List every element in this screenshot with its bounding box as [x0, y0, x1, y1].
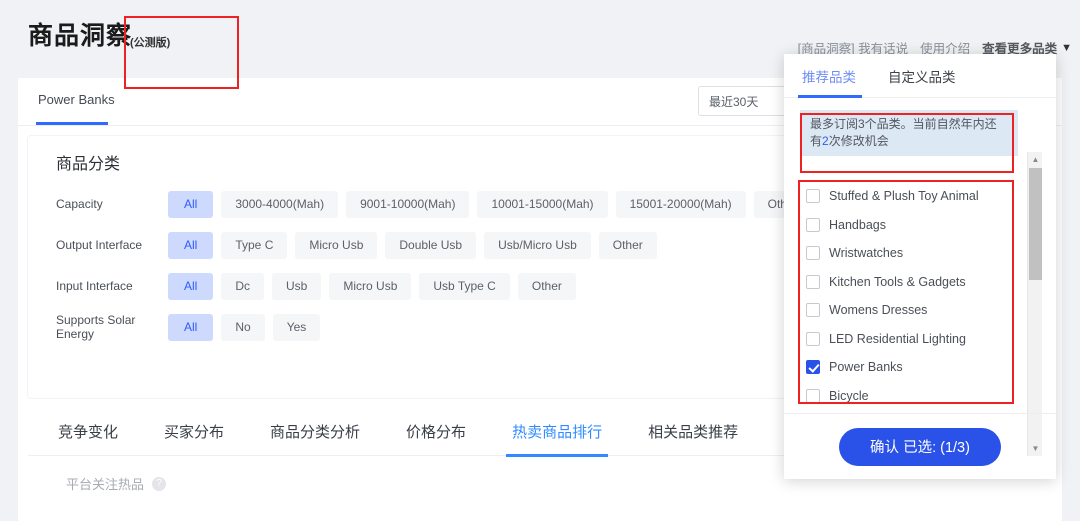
scroll-up-icon[interactable]: ▲ — [1028, 152, 1043, 167]
filter-chip[interactable]: Usb — [272, 272, 322, 300]
filter-chip[interactable]: Micro Usb — [329, 272, 412, 300]
page-title-subtitle: (公测版) — [130, 37, 171, 49]
filter-chip[interactable]: Usb/Micro Usb — [484, 231, 591, 259]
checkbox-icon[interactable] — [806, 217, 820, 232]
checkbox-icon[interactable] — [806, 303, 820, 318]
filter-chip[interactable]: 10001-15000(Mah) — [477, 190, 608, 218]
date-range-value: 最近30天 — [709, 94, 759, 109]
filter-chip[interactable]: No — [221, 313, 265, 341]
checkbox-checked-icon[interactable] — [806, 360, 820, 375]
filter-row-label: Capacity — [56, 197, 103, 211]
category-list-item-label: Stuffed & Plush Toy Animal — [829, 189, 979, 204]
category-list-item[interactable]: Wristwatches — [784, 239, 1028, 268]
analysis-tab[interactable]: 热卖商品排行 — [506, 421, 609, 457]
subscription-notice: 最多订阅3个品类。当前自然年内还有2次修改机会 — [800, 110, 1018, 156]
dropdown-tab-custom[interactable]: 自定义品类 — [888, 66, 956, 86]
filter-chip[interactable]: All — [168, 231, 214, 259]
analysis-tab[interactable]: 价格分布 — [406, 421, 466, 442]
filter-card-title: 商品分类 — [56, 156, 121, 173]
filter-chip[interactable]: Dc — [221, 272, 265, 300]
filter-chip[interactable]: Other — [598, 231, 657, 259]
checkbox-icon[interactable] — [806, 388, 820, 403]
category-list-item-label: Wristwatches — [829, 246, 904, 261]
app-root: 商品洞察 (公测版) [商品洞察] 我有话说 使用介绍 查看更多品类 ▼ Pow… — [0, 0, 1080, 521]
filter-chip[interactable]: 3000-4000(Mah) — [221, 190, 339, 218]
tab-power-banks[interactable]: Power Banks — [38, 92, 115, 107]
category-list-item[interactable]: Handbags — [784, 211, 1028, 240]
hot-products-label-row: 平台关注热品 ? — [66, 474, 167, 493]
filter-row-label: Output Interface — [56, 238, 143, 252]
category-dropdown-panel: 推荐品类 自定义品类 最多订阅3个品类。当前自然年内还有2次修改机会 Stuff… — [784, 54, 1056, 479]
dropdown-scrollbar[interactable]: ▲ ▼ — [1027, 152, 1042, 456]
filter-chip[interactable]: All — [168, 190, 214, 218]
category-list-item[interactable]: Bicycle — [784, 382, 1028, 411]
analysis-tab[interactable]: 竞争变化 — [58, 421, 118, 442]
filter-chip[interactable]: 15001-20000(Mah) — [615, 190, 746, 218]
filter-chip[interactable]: Micro Usb — [295, 231, 378, 259]
chevron-down-icon: ▼ — [1061, 41, 1072, 54]
filter-chip[interactable]: Yes — [272, 313, 321, 341]
filter-chip[interactable]: 9001-10000(Mah) — [346, 190, 470, 218]
checkbox-icon[interactable] — [806, 331, 820, 346]
dropdown-tab-underline — [798, 95, 862, 98]
notice-highlight: 2 — [822, 134, 829, 148]
confirm-button[interactable]: 确认 已选: (1/3) — [839, 427, 1001, 466]
category-list-item[interactable]: LED Residential Lighting — [784, 325, 1028, 354]
category-list-item[interactable]: Stuffed & Plush Toy Animal — [784, 182, 1028, 211]
tab-active-underline — [36, 122, 108, 125]
dropdown-tab-recommended[interactable]: 推荐品类 — [802, 66, 856, 86]
checkbox-icon[interactable] — [806, 246, 820, 261]
filter-chip[interactable]: Other — [517, 272, 576, 300]
help-icon[interactable]: ? — [152, 476, 167, 491]
filter-chip[interactable]: Double Usb — [385, 231, 477, 259]
filter-row-label: Supports Solar Energy — [56, 313, 136, 341]
checkbox-icon[interactable] — [806, 189, 820, 204]
category-list-item-label: LED Residential Lighting — [829, 331, 966, 346]
filter-chip[interactable]: All — [168, 272, 214, 300]
category-list-item-label: Power Banks — [829, 360, 903, 375]
category-list-item-label: Womens Dresses — [829, 303, 928, 318]
dropdown-tab-bar: 推荐品类 自定义品类 — [784, 54, 1056, 98]
analysis-tab[interactable]: 买家分布 — [164, 421, 224, 442]
category-list-item-label: Handbags — [829, 217, 886, 232]
date-range-select[interactable]: 最近30天 — [698, 86, 794, 116]
notice-text-part2: 次修改机会 — [828, 134, 889, 148]
page-title: 商品洞察 — [28, 22, 133, 50]
filter-chip[interactable]: Usb Type C — [419, 272, 510, 300]
hot-products-label: 平台关注热品 — [66, 477, 145, 492]
filter-chip[interactable]: Type C — [221, 231, 288, 259]
category-list-item[interactable]: Kitchen Tools & Gadgets — [784, 268, 1028, 297]
analysis-tab[interactable]: 相关品类推荐 — [648, 421, 738, 442]
category-list-item[interactable]: Power Banks — [784, 353, 1028, 382]
category-list-item-label: Kitchen Tools & Gadgets — [829, 274, 966, 289]
category-list-item-label: Bicycle — [829, 388, 869, 403]
analysis-tab[interactable]: 商品分类分析 — [270, 421, 360, 442]
scrollbar-thumb[interactable] — [1029, 168, 1042, 280]
filter-chip[interactable]: All — [168, 313, 214, 341]
category-list-item[interactable]: Womens Dresses — [784, 296, 1028, 325]
checkbox-icon[interactable] — [806, 274, 820, 289]
filter-row-label: Input Interface — [56, 279, 133, 293]
dropdown-footer: 确认 已选: (1/3) — [784, 413, 1056, 479]
